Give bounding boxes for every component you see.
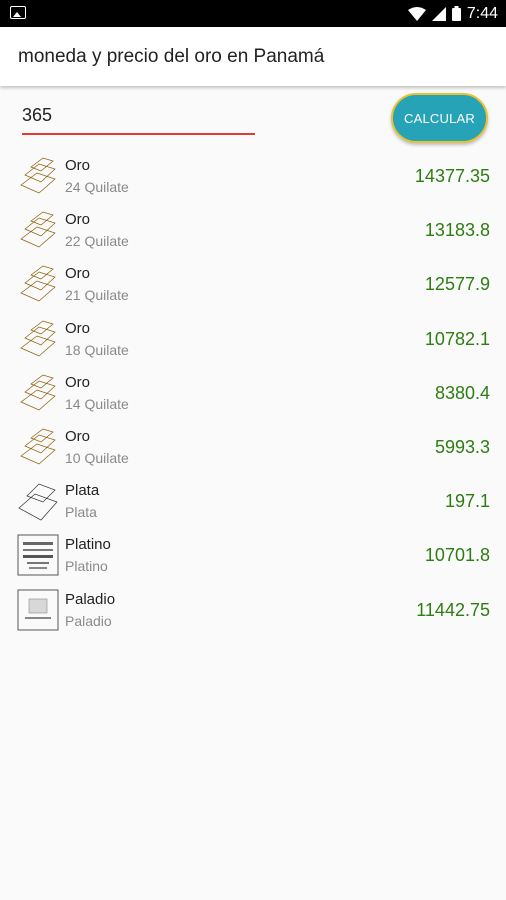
gold-bars-icon: [17, 426, 59, 468]
item-price: 10701.8: [424, 545, 490, 566]
item-subtitle: 24 Quilate: [65, 179, 129, 195]
list-item[interactable]: Oro 22 Quilate 13183.8: [0, 203, 506, 257]
item-name: Oro: [65, 157, 91, 174]
gold-bars-icon: [17, 318, 59, 360]
status-time: 7:44: [466, 4, 498, 22]
item-price: 197.1: [444, 491, 490, 512]
amount-field-container: [22, 103, 255, 135]
gold-bars-icon: [17, 263, 59, 305]
item-subtitle: Paladio: [65, 612, 112, 629]
calculate-button[interactable]: CALCULAR: [391, 93, 488, 143]
status-bar: 7:44: [0, 0, 506, 27]
list-item[interactable]: Oro 14 Quilate 8380.4: [0, 366, 506, 420]
item-name: Platino: [65, 536, 111, 554]
item-name: Oro: [65, 427, 91, 445]
item-name: Plata: [65, 482, 100, 500]
item-name: Oro: [65, 265, 91, 283]
gold-bars-icon: [17, 372, 59, 414]
item-subtitle: 21 Quilate: [65, 287, 129, 304]
gold-bars-icon: [17, 209, 59, 251]
list-item[interactable]: Oro 21 Quilate 12577.9: [0, 257, 506, 311]
app-title: moneda y precio del oro en Panamá: [18, 46, 325, 67]
item-price: 8380.4: [434, 382, 490, 403]
item-subtitle: Platino: [65, 558, 108, 575]
battery-icon: [451, 6, 461, 21]
item-price: 14377.35: [414, 166, 490, 186]
item-name: Oro: [65, 373, 91, 391]
item-price: 5993.3: [434, 436, 490, 457]
image-notification-icon: [10, 6, 26, 19]
list-item[interactable]: Oro 10 Quilate 5993.3: [0, 420, 506, 474]
item-subtitle: 10 Quilate: [65, 449, 129, 466]
wifi-icon: [407, 6, 426, 21]
signal-icon: [431, 6, 446, 21]
item-subtitle: 18 Quilate: [65, 341, 129, 358]
item-subtitle: Plata: [65, 504, 97, 521]
item-name: Oro: [65, 319, 91, 337]
app-toolbar: moneda y precio del oro en Panamá: [0, 27, 506, 86]
list-item[interactable]: Platino Platino 10701.8: [0, 528, 506, 582]
list-item[interactable]: Plata Plata 197.1: [0, 474, 506, 528]
item-price: 12577.9: [424, 274, 490, 295]
item-name: Oro: [65, 211, 91, 229]
item-price: 11442.75: [416, 599, 490, 620]
silver-bars-icon: [17, 480, 59, 522]
list-item[interactable]: Paladio Paladio 11442.75: [0, 583, 506, 637]
metal-price-list: Oro 24 Quilate 14377.35 Oro 22 Quilate 13183.…: [0, 149, 506, 637]
palladium-bar-icon: [17, 589, 59, 631]
item-subtitle: 22 Quilate: [65, 233, 129, 250]
gold-bars-icon: [17, 155, 59, 197]
item-price: 13183.8: [424, 220, 490, 241]
item-subtitle: 14 Quilate: [65, 395, 129, 412]
platinum-bar-icon: [17, 534, 59, 576]
list-item[interactable]: Oro 24 Quilate 14377.35: [0, 149, 506, 203]
item-price: 10782.1: [424, 328, 490, 349]
item-name: Paladio: [65, 590, 116, 608]
amount-input[interactable]: [22, 103, 255, 126]
list-item[interactable]: Oro 18 Quilate 10782.1: [0, 312, 506, 366]
